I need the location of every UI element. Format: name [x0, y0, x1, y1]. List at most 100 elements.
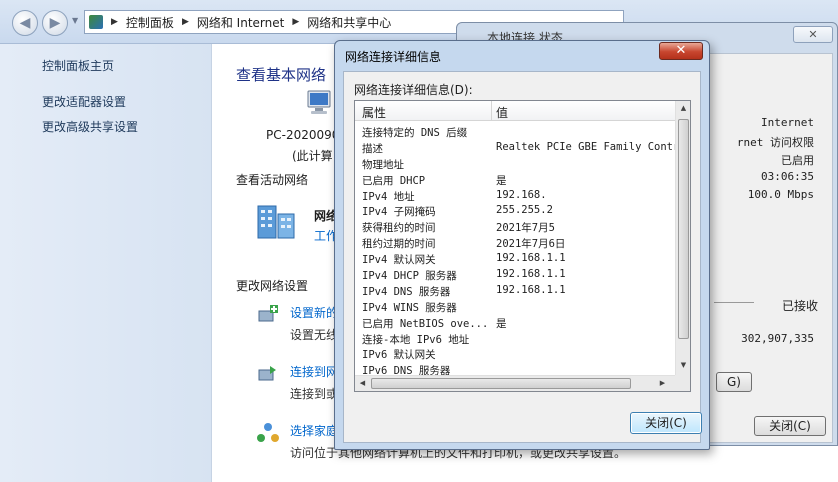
- list-item[interactable]: 已启用 NetBIOS ove... 是: [355, 316, 677, 332]
- list-item[interactable]: IPv4 WINS 服务器: [355, 300, 677, 316]
- breadcrumb-item[interactable]: 控制面板: [126, 14, 174, 31]
- property-cell: IPv4 子网掩码: [362, 206, 436, 219]
- value-cell: Realtek PCIe GBE Family Contro: [496, 140, 676, 153]
- column-divider[interactable]: [491, 101, 492, 121]
- duration-value: 03:06:35: [761, 170, 814, 183]
- network-details-dialog: 网络连接详细信息 ✕ 网络连接详细信息(D): 属性 值 连接特定的 DNS 后…: [334, 40, 710, 450]
- dialog-title: 网络连接详细信息: [345, 50, 442, 64]
- scroll-up-icon[interactable]: ▲: [676, 104, 691, 112]
- chevron-right-icon[interactable]: ▶: [111, 17, 118, 27]
- list-item[interactable]: 获得租约的时间 2021年7月5: [355, 220, 677, 236]
- media-state-value: 已启用: [781, 154, 814, 167]
- property-cell: 物理地址: [362, 158, 404, 171]
- list-item[interactable]: 描述 Realtek PCIe GBE Family Contro: [355, 141, 677, 157]
- list-item[interactable]: IPv4 子网掩码 255.255.2: [355, 204, 677, 220]
- page-title: 查看基本网络: [236, 66, 327, 84]
- computer-caption: (此计算: [292, 149, 333, 163]
- property-cell: 已启用 DHCP: [362, 174, 426, 187]
- list-item[interactable]: 连接-本地 IPv6 地址: [355, 332, 677, 348]
- ipv6-connectivity-value: rnet 访问权限: [736, 136, 814, 149]
- list-item[interactable]: IPv4 地址 192.168.: [355, 189, 677, 205]
- list-item[interactable]: 已启用 DHCP 是: [355, 173, 677, 189]
- ipv4-connectivity-value: Internet: [761, 116, 814, 129]
- close-icon[interactable]: ✕: [793, 26, 833, 43]
- property-cell: 已启用 NetBIOS ove...: [362, 317, 489, 330]
- active-networks-heading: 查看活动网络: [236, 173, 309, 187]
- list-item[interactable]: 物理地址: [355, 157, 677, 173]
- value-cell: 192.168.: [496, 188, 547, 201]
- property-cell: IPv4 WINS 服务器: [362, 301, 457, 314]
- details-rows: 连接特定的 DNS 后缀 描述 Realtek PCIe GBE Family Co…: [355, 125, 677, 375]
- close-button[interactable]: 关闭(C): [630, 412, 702, 434]
- value-cell: 255.255.2: [496, 204, 553, 217]
- column-header-property[interactable]: 属性: [362, 104, 386, 121]
- value-cell: 192.168.1.1: [496, 268, 566, 281]
- scroll-thumb[interactable]: [678, 119, 689, 339]
- dialog-body: 网络连接详细信息(D): 属性 值 连接特定的 DNS 后缀 描述 Realtek …: [343, 71, 702, 443]
- close-icon[interactable]: ✕: [659, 42, 703, 60]
- breadcrumb-item[interactable]: 网络和 Internet: [197, 14, 284, 31]
- network-buildings-icon: [257, 205, 295, 239]
- homegroup-icon: [257, 423, 279, 442]
- scroll-right-icon[interactable]: ▶: [655, 379, 670, 387]
- partial-button[interactable]: G): [716, 372, 752, 392]
- task-connect-link[interactable]: 连接到网: [290, 363, 338, 380]
- sidebar-item-advanced-sharing[interactable]: 更改高级共享设置: [42, 118, 138, 135]
- chevron-right-icon[interactable]: ▶: [182, 17, 189, 27]
- property-cell: IPv6 DNS 服务器: [362, 365, 451, 375]
- value-cell: 是: [496, 174, 507, 187]
- property-cell: IPv4 DHCP 服务器: [362, 270, 457, 283]
- sidebar-item-home[interactable]: 控制面板主页: [42, 57, 114, 74]
- horizontal-scrollbar[interactable]: ◀ ▶: [355, 375, 677, 391]
- property-cell: 租约过期的时间: [362, 238, 436, 251]
- property-cell: 连接特定的 DNS 后缀: [362, 127, 468, 139]
- value-cell: 2021年7月6日: [496, 238, 566, 251]
- value-cell: 192.168.1.1: [496, 283, 566, 296]
- property-cell: 描述: [362, 142, 383, 155]
- vertical-scrollbar[interactable]: ▲ ▼: [675, 101, 690, 375]
- close-button[interactable]: 关闭(C): [754, 416, 826, 436]
- details-list[interactable]: 属性 值 连接特定的 DNS 后缀 描述 Realtek PCIe GBE Fami…: [354, 100, 691, 392]
- received-label: 已接收: [781, 299, 818, 313]
- property-cell: 获得租约的时间: [362, 222, 436, 235]
- scroll-left-icon[interactable]: ◀: [355, 379, 370, 387]
- list-item[interactable]: 连接特定的 DNS 后缀: [355, 125, 677, 141]
- activity-divider: [714, 302, 754, 303]
- back-arrow-icon[interactable]: ◀: [12, 10, 38, 36]
- property-cell: IPv4 DNS 服务器: [362, 285, 451, 298]
- change-settings-heading: 更改网络设置: [236, 279, 309, 293]
- scroll-corner: [675, 375, 690, 391]
- chevron-right-icon[interactable]: ▶: [292, 17, 299, 27]
- forward-arrow-icon[interactable]: ▶: [42, 10, 68, 36]
- list-header: 属性 值: [355, 101, 677, 121]
- property-cell: IPv4 地址: [362, 190, 415, 203]
- value-cell: 192.168.1.1: [496, 252, 566, 265]
- control-panel-icon: [89, 15, 103, 29]
- list-item[interactable]: IPv4 默认网关 192.168.1.1: [355, 252, 677, 268]
- list-item[interactable]: IPv6 默认网关: [355, 347, 677, 363]
- list-item[interactable]: IPv4 DHCP 服务器 192.168.1.1: [355, 268, 677, 284]
- sidebar-item-adapter-settings[interactable]: 更改适配器设置: [42, 93, 126, 110]
- scroll-thumb[interactable]: [371, 378, 631, 389]
- list-item[interactable]: IPv4 DNS 服务器 192.168.1.1: [355, 284, 677, 300]
- property-cell: IPv4 默认网关: [362, 254, 436, 267]
- task-connect-desc: 连接到或: [290, 387, 339, 401]
- details-list-label: 网络连接详细信息(D):: [354, 83, 473, 97]
- computer-name: PC-2020090: [266, 128, 340, 142]
- property-cell: 连接-本地 IPv6 地址: [362, 333, 470, 346]
- list-item[interactable]: 租约过期的时间 2021年7月6日: [355, 236, 677, 252]
- task-homegroup-link[interactable]: 选择家庭: [290, 422, 338, 439]
- scroll-down-icon[interactable]: ▼: [676, 361, 691, 369]
- task-setup-new-desc: 设置无线: [290, 328, 339, 342]
- speed-value: 100.0 Mbps: [747, 188, 814, 201]
- computer-icon: [307, 90, 331, 114]
- list-item[interactable]: IPv6 DNS 服务器: [355, 363, 677, 375]
- value-cell: 2021年7月5: [496, 222, 555, 235]
- received-bytes-value: 302,907,335: [741, 332, 814, 345]
- breadcrumb-item[interactable]: 网络和共享中心: [307, 14, 391, 31]
- history-dropdown-icon[interactable]: ▼: [72, 16, 78, 25]
- column-header-value[interactable]: 值: [496, 104, 508, 121]
- value-cell: 是: [496, 317, 507, 330]
- connect-network-icon: [258, 366, 276, 381]
- task-setup-new-link[interactable]: 设置新的: [290, 304, 338, 321]
